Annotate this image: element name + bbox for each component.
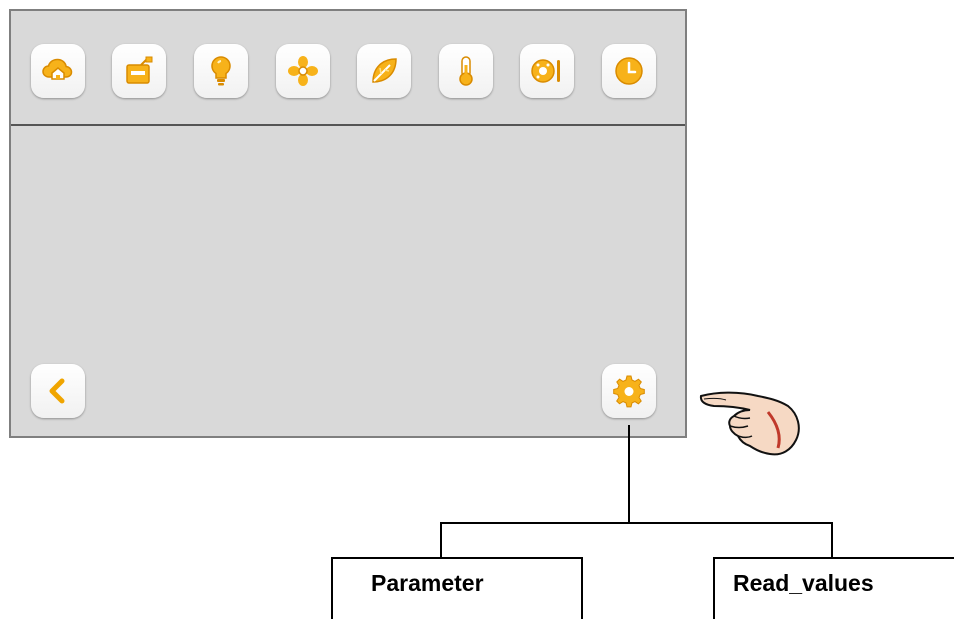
parameter-label[interactable]: Parameter xyxy=(371,570,484,597)
cloud-home-icon xyxy=(42,58,73,80)
connector-left-drop xyxy=(440,522,442,559)
lightbulb-button[interactable] xyxy=(194,44,248,98)
top-icon-bar xyxy=(11,11,685,126)
settings-button[interactable] xyxy=(602,364,656,418)
tv-schedule-icon xyxy=(126,56,153,84)
clock-icon xyxy=(615,57,643,85)
connector-stem xyxy=(628,425,630,523)
connector-right-drop xyxy=(831,522,833,559)
read-values-label[interactable]: Read_values xyxy=(733,570,874,597)
parameter-box-right xyxy=(581,557,583,619)
device-screen xyxy=(9,9,687,438)
clock-button[interactable] xyxy=(602,44,656,98)
cloud-home-button[interactable] xyxy=(31,44,85,98)
back-button[interactable] xyxy=(31,364,85,418)
parameter-box-top xyxy=(331,557,583,559)
read-values-box-top xyxy=(713,557,954,559)
fan-icon xyxy=(288,56,318,86)
tv-schedule-button[interactable] xyxy=(112,44,166,98)
dial-slider-icon xyxy=(531,59,560,83)
leaf-icon xyxy=(372,58,397,83)
fan-button[interactable] xyxy=(276,44,330,98)
chevron-left-icon xyxy=(49,378,65,404)
pointing-hand-icon xyxy=(699,391,800,456)
lightbulb-icon xyxy=(211,56,231,86)
parameter-box-left xyxy=(331,557,333,619)
page: Parameter Read_values xyxy=(0,0,954,619)
leaf-button[interactable] xyxy=(357,44,411,98)
gear-icon xyxy=(613,375,645,408)
thermometer-icon xyxy=(459,56,473,86)
read-values-box-left xyxy=(713,557,715,619)
connector-crossbar xyxy=(440,522,833,524)
dial-slider-button[interactable] xyxy=(520,44,574,98)
thermometer-button[interactable] xyxy=(439,44,493,98)
